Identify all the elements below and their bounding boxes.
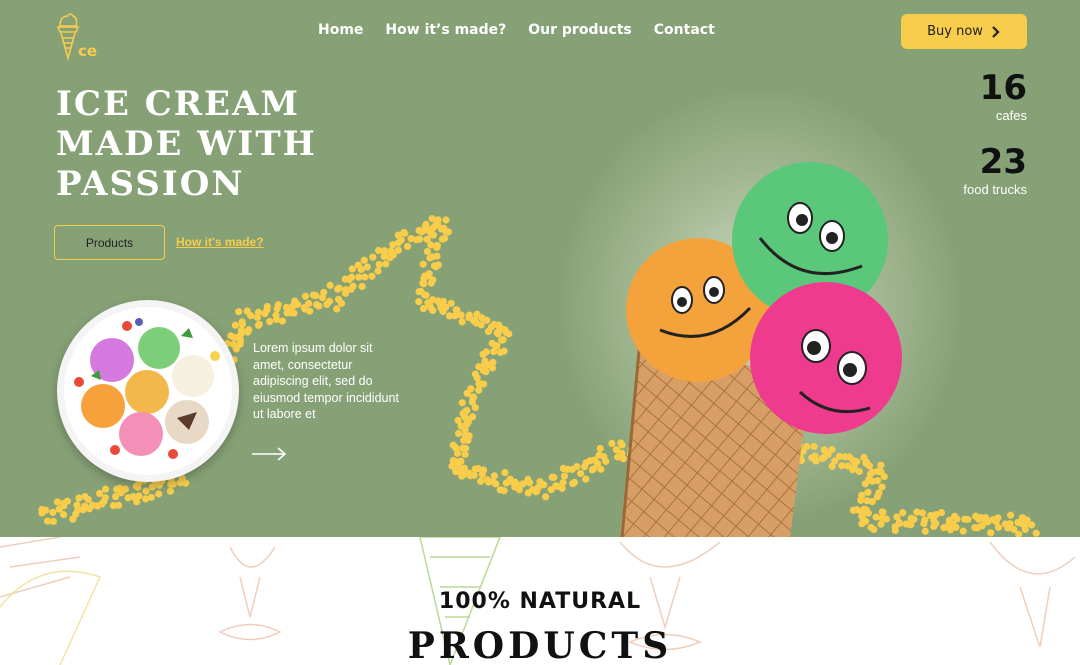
section-title: PRODUCTS [407, 625, 673, 665]
stat-label: cafes [995, 108, 1027, 123]
section-subtitle: 100% NATURAL [438, 589, 642, 614]
stat-label: food trucks [963, 182, 1027, 197]
headline-line-3: PASSION [56, 164, 245, 204]
products-section: 100% NATURAL PRODUCTS [0, 537, 1080, 665]
buy-now-label: Buy now [927, 24, 983, 39]
stat-cafes: 16 cafes [980, 70, 1027, 123]
arrow-right-icon[interactable] [252, 446, 288, 462]
nav-home[interactable]: Home [318, 22, 363, 38]
headline-line-2: MADE WITH [56, 124, 317, 164]
nav-how-its-made[interactable]: How it’s made? [385, 22, 506, 38]
ice-cream-cone-image [620, 162, 902, 537]
logo-text: ce [78, 42, 97, 60]
ice-cream-plate-image [57, 300, 239, 482]
main-nav: Home How it’s made? Our products Contact [318, 22, 715, 38]
stat-value: 23 [979, 142, 1027, 182]
stat-food-trucks: 23 food trucks [963, 144, 1027, 197]
chevron-right-icon [992, 25, 1000, 38]
buy-now-button[interactable]: Buy now [901, 14, 1027, 49]
products-button[interactable]: Products [54, 225, 165, 260]
logo[interactable]: ce [54, 12, 106, 62]
nav-contact[interactable]: Contact [654, 22, 715, 38]
how-its-made-link[interactable]: How it's made? [176, 235, 264, 249]
ice-cream-cone-icon [56, 13, 80, 61]
hero-description: Lorem ipsum dolor sit amet, consectetur … [253, 341, 399, 422]
hero-headline: ICE CREAM MADE WITH PASSION [56, 84, 476, 204]
nav-our-products[interactable]: Our products [528, 22, 632, 38]
headline-line-1: ICE CREAM [56, 84, 300, 124]
hero-section: ce Home How it’s made? Our products Cont… [0, 0, 1080, 537]
stat-value: 16 [979, 68, 1027, 108]
